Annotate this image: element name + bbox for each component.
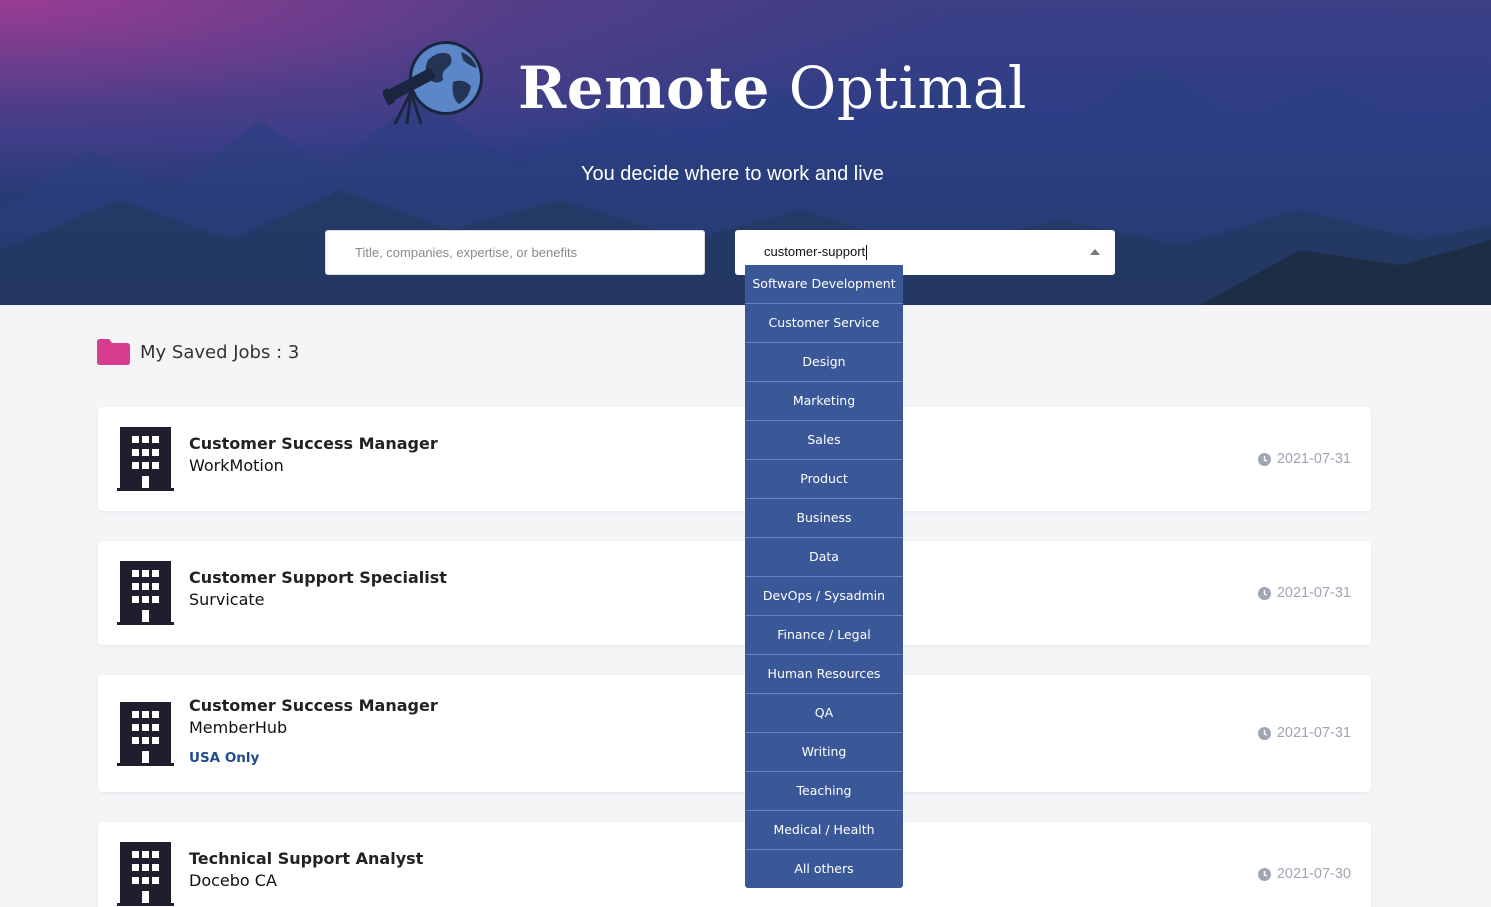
search-field[interactable] <box>325 230 705 275</box>
category-value: customer-support <box>764 244 866 259</box>
job-title[interactable]: Technical Support Analyst <box>189 849 423 868</box>
building-icon <box>117 842 174 906</box>
brand-bold: Remote <box>518 54 770 122</box>
category-option[interactable]: DevOps / Sysadmin <box>745 577 903 616</box>
job-date: 2021-07-31 <box>1257 451 1351 467</box>
category-option[interactable]: Marketing <box>745 382 903 421</box>
job-date: 2021-07-30 <box>1257 866 1351 882</box>
category-option[interactable]: Sales <box>745 421 903 460</box>
job-card[interactable]: Technical Support Analyst Docebo CA 2021… <box>98 822 1371 907</box>
clock-icon <box>1257 586 1271 600</box>
job-date: 2021-07-31 <box>1257 725 1351 741</box>
building-icon <box>117 561 174 625</box>
job-card[interactable]: Customer Support Specialist Survicate 20… <box>98 541 1371 645</box>
caret-up-icon[interactable] <box>1090 249 1100 255</box>
category-option[interactable]: Software Development <box>745 265 903 304</box>
job-date-text: 2021-07-30 <box>1276 866 1351 882</box>
job-date-text: 2021-07-31 <box>1276 725 1351 741</box>
job-date: 2021-07-31 <box>1257 585 1351 601</box>
job-title[interactable]: Customer Success Manager <box>189 434 438 453</box>
category-option[interactable]: All others <box>745 850 903 889</box>
category-option[interactable]: Finance / Legal <box>745 616 903 655</box>
saved-jobs-label: My Saved Jobs : 3 <box>140 341 300 363</box>
category-option[interactable]: Data <box>745 538 903 577</box>
category-option[interactable]: QA <box>745 694 903 733</box>
tagline: You decide where to work and live <box>581 163 884 185</box>
category-option[interactable]: Writing <box>745 733 903 772</box>
folder-icon <box>97 339 130 365</box>
clock-icon <box>1257 452 1271 466</box>
building-icon <box>117 427 174 491</box>
search-input[interactable] <box>326 231 704 274</box>
job-title[interactable]: Customer Support Specialist <box>189 568 447 587</box>
brand-title: Remote Optimal <box>518 52 1027 124</box>
job-card[interactable]: Customer Success Manager MemberHub USA O… <box>98 675 1371 792</box>
job-company: WorkMotion <box>189 456 284 475</box>
job-title[interactable]: Customer Success Manager <box>189 696 438 715</box>
category-option[interactable]: Medical / Health <box>745 811 903 850</box>
category-option[interactable]: Product <box>745 460 903 499</box>
hero-banner: Remote Optimal You decide where to work … <box>0 0 1491 305</box>
job-date-text: 2021-07-31 <box>1276 585 1351 601</box>
job-card[interactable]: Customer Success Manager WorkMotion 2021… <box>98 407 1371 511</box>
category-value-wrap: customer-support <box>764 244 868 261</box>
job-location-badge: USA Only <box>189 750 260 766</box>
building-icon <box>117 702 174 766</box>
job-date-text: 2021-07-31 <box>1276 451 1351 467</box>
category-option[interactable]: Human Resources <box>745 655 903 694</box>
text-cursor <box>866 245 868 261</box>
telescope-globe-logo[interactable] <box>383 38 489 126</box>
category-option[interactable]: Teaching <box>745 772 903 811</box>
category-dropdown: Software Development Customer Service De… <box>745 265 903 888</box>
saved-jobs-header[interactable]: My Saved Jobs : 3 <box>97 338 299 366</box>
clock-icon <box>1257 726 1271 740</box>
category-option[interactable]: Design <box>745 343 903 382</box>
brand-light: Optimal <box>788 54 1027 122</box>
job-company: MemberHub <box>189 718 288 737</box>
clock-icon <box>1257 867 1271 881</box>
job-company: Docebo CA <box>189 871 277 890</box>
category-option[interactable]: Business <box>745 499 903 538</box>
job-company: Survicate <box>189 590 265 609</box>
category-option[interactable]: Customer Service <box>745 304 903 343</box>
